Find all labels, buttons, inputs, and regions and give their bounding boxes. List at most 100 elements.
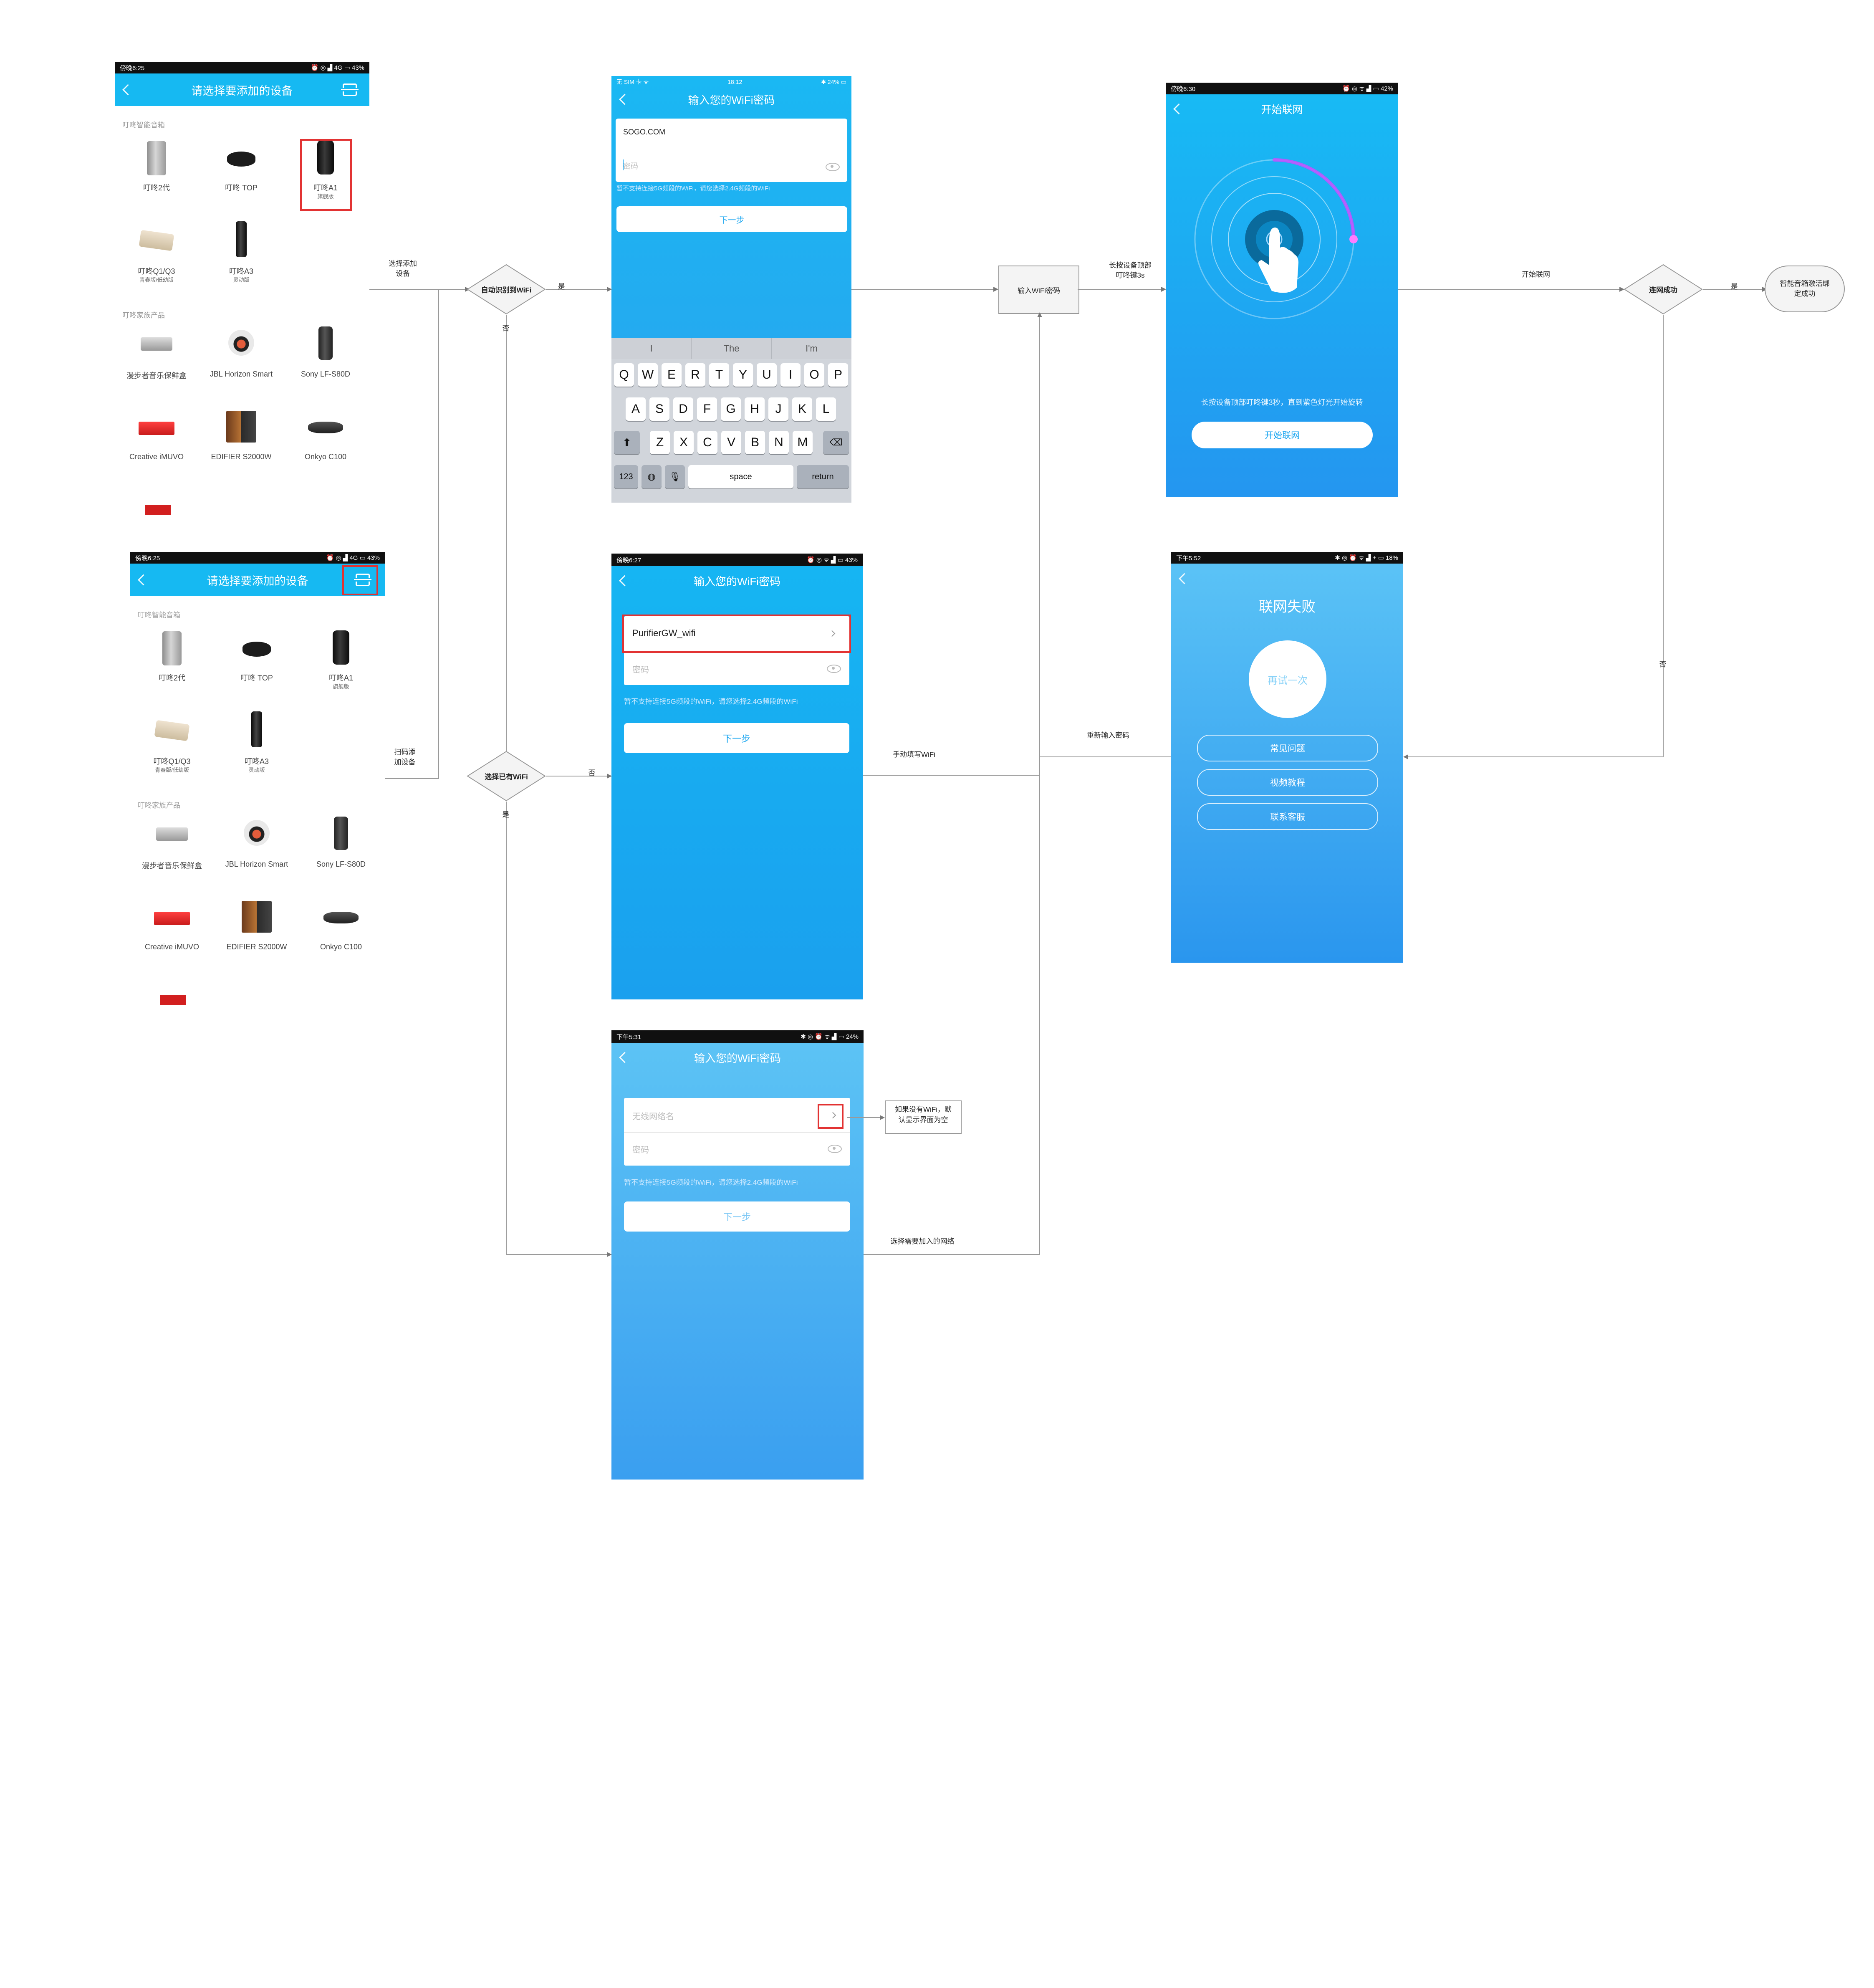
ssid-input[interactable]: 无线网络名 — [632, 1110, 674, 1122]
delete-key[interactable]: ⌫ — [823, 431, 849, 454]
device-cell-edifier-box[interactable]: 漫步者音乐保鲜盒 — [115, 321, 198, 404]
back-arrow-icon[interactable] — [619, 575, 630, 587]
device-cell-sony[interactable]: Sony LF-S80D — [284, 321, 367, 404]
scan-icon[interactable] — [341, 83, 359, 96]
key-s[interactable]: S — [649, 397, 669, 421]
key-f[interactable]: F — [697, 397, 717, 421]
show-password-eye-icon[interactable] — [827, 665, 841, 673]
suggestion-2[interactable]: The — [692, 338, 772, 359]
retry-button[interactable]: 再试一次 — [1249, 640, 1326, 718]
device-cell-dingdong-q1q3[interactable]: 叮咚Q1/Q3 青春版/低幼版 — [130, 706, 214, 790]
status-bar: 傍晚6:25 ⏰ ◎ ▟ 4G ▭ 43% — [130, 552, 385, 564]
device-name: 叮咚2代 — [158, 674, 185, 682]
back-arrow-icon[interactable] — [1173, 103, 1185, 115]
contact-support-button[interactable]: 联系客服 — [1197, 803, 1378, 830]
start-connect-button[interactable]: 开始联网 — [1192, 422, 1373, 448]
key-n[interactable]: N — [769, 431, 789, 454]
status-time: 傍晚6:25 — [120, 64, 145, 72]
key-b[interactable]: B — [745, 431, 765, 454]
device-cell-dingdong-q1q3[interactable]: 叮咚Q1/Q3 青春版/低幼版 — [115, 216, 198, 300]
key-k[interactable]: K — [792, 397, 812, 421]
device-cell-jbl[interactable]: JBL Horizon Smart — [200, 321, 283, 404]
key-x[interactable]: X — [674, 431, 694, 454]
key-t[interactable]: T — [709, 363, 729, 387]
faq-button[interactable]: 常见问题 — [1197, 735, 1378, 761]
key-w[interactable]: W — [638, 363, 658, 387]
device-cell-onkyo[interactable]: Onkyo C100 — [284, 403, 367, 487]
suggestion-1[interactable]: I — [611, 338, 692, 359]
key-d[interactable]: D — [673, 397, 693, 421]
globe-icon[interactable]: ◍ — [642, 465, 662, 488]
device-name: 叮咚Q1/Q3 — [138, 267, 175, 276]
device-cell-creative[interactable]: Creative iMUVO — [115, 403, 198, 487]
password-input[interactable]: 密码 — [632, 663, 649, 675]
key-e[interactable]: E — [662, 363, 682, 387]
device-name: 漫步者音乐保鲜盒 — [142, 862, 202, 870]
flow-label-no: 否 — [502, 324, 510, 332]
retry-label: 再试一次 — [1268, 675, 1308, 686]
key-r[interactable]: R — [685, 363, 705, 387]
key-q[interactable]: Q — [614, 363, 634, 387]
show-password-eye-icon[interactable] — [828, 1145, 842, 1153]
key-y[interactable]: Y — [733, 363, 753, 387]
key-i[interactable]: I — [780, 363, 801, 387]
status-icons: ✱ ◎ ⏰ ᯤ ▟ + ▭ 18% — [1335, 554, 1398, 561]
wifi-form-card: 无线网络名 密码 — [624, 1098, 850, 1166]
band-hint: 暂不支持连接5G频段的WiFi，请您选择2.4G频段的WiFi — [616, 185, 770, 192]
device-cell-dingdong-top[interactable]: 叮咚 TOP — [215, 623, 298, 706]
shift-key[interactable]: ⬆ — [614, 431, 640, 454]
device-cell-dingdong-top[interactable]: 叮咚 TOP — [200, 133, 283, 216]
device-cell-edifier-box[interactable]: 漫步者音乐保鲜盒 — [130, 811, 214, 894]
numbers-key[interactable]: 123 — [614, 465, 638, 488]
key-u[interactable]: U — [757, 363, 777, 387]
device-cell-sony[interactable]: Sony LF-S80D — [299, 811, 383, 894]
key-j[interactable]: J — [768, 397, 788, 421]
device-cell-edifier-s2000w[interactable]: EDIFIER S2000W — [215, 893, 298, 977]
ssid-value[interactable]: SOGO.COM — [623, 128, 665, 137]
back-arrow-icon[interactable] — [1179, 573, 1190, 584]
device-cell-dingdong-2[interactable]: 叮咚2代 — [115, 133, 198, 216]
key-p[interactable]: P — [828, 363, 848, 387]
device-cell-dingdong-a3[interactable]: 叮咚A3 灵动版 — [200, 216, 283, 300]
page-title: 请选择要添加的设备 — [207, 574, 308, 587]
key-m[interactable]: M — [793, 431, 813, 454]
key-l[interactable]: L — [816, 397, 836, 421]
back-arrow-icon[interactable] — [122, 84, 134, 96]
flow-label-yes: 是 — [558, 283, 565, 291]
next-button[interactable]: 下一步 — [616, 206, 847, 232]
space-key[interactable]: space — [688, 465, 793, 488]
partial-red-speaker-image — [145, 505, 171, 515]
key-v[interactable]: V — [721, 431, 741, 454]
key-g[interactable]: G — [721, 397, 741, 421]
device-cell-jbl[interactable]: JBL Horizon Smart — [215, 811, 298, 894]
device-cell-onkyo[interactable]: Onkyo C100 — [299, 893, 383, 977]
section-family-products: 叮咚家族产品 — [122, 311, 165, 319]
show-password-eye-icon[interactable] — [826, 163, 840, 171]
password-input[interactable]: 密码 — [623, 160, 638, 171]
device-cell-dingdong-a3[interactable]: 叮咚A3 灵动版 — [215, 706, 298, 790]
device-cell-dingdong-2[interactable]: 叮咚2代 — [130, 623, 214, 706]
back-arrow-icon[interactable] — [619, 1052, 630, 1063]
back-arrow-icon[interactable] — [619, 94, 630, 105]
device-cell-edifier-s2000w[interactable]: EDIFIER S2000W — [200, 403, 283, 487]
return-key[interactable]: return — [797, 465, 849, 488]
key-h[interactable]: H — [745, 397, 765, 421]
next-button[interactable]: 下一步 — [624, 723, 849, 753]
video-tutorial-button[interactable]: 视频教程 — [1197, 769, 1378, 796]
key-o[interactable]: O — [804, 363, 824, 387]
key-a[interactable]: A — [626, 397, 646, 421]
device-cell-creative[interactable]: Creative iMUVO — [130, 893, 214, 977]
speaker-puck-image — [227, 152, 255, 167]
connector — [1398, 289, 1623, 290]
connector — [1663, 315, 1664, 756]
microphone-icon[interactable]: 🎙 — [665, 465, 685, 488]
key-c[interactable]: C — [697, 431, 717, 454]
back-arrow-icon[interactable] — [138, 574, 149, 586]
device-name: EDIFIER S2000W — [226, 943, 287, 951]
key-z[interactable]: Z — [650, 431, 670, 454]
device-list-screen-top: 傍晚6:25 ⏰ ◎ ▟ 4G ▭ 43% 请选择要添加的设备 叮咚智能音箱 叮… — [115, 62, 369, 525]
next-button[interactable]: 下一步 — [624, 1201, 850, 1232]
device-cell-dingdong-a1[interactable]: 叮咚A1 旗舰版 — [299, 623, 383, 706]
suggestion-3[interactable]: I'm — [772, 338, 851, 359]
password-input[interactable]: 密码 — [632, 1143, 649, 1155]
